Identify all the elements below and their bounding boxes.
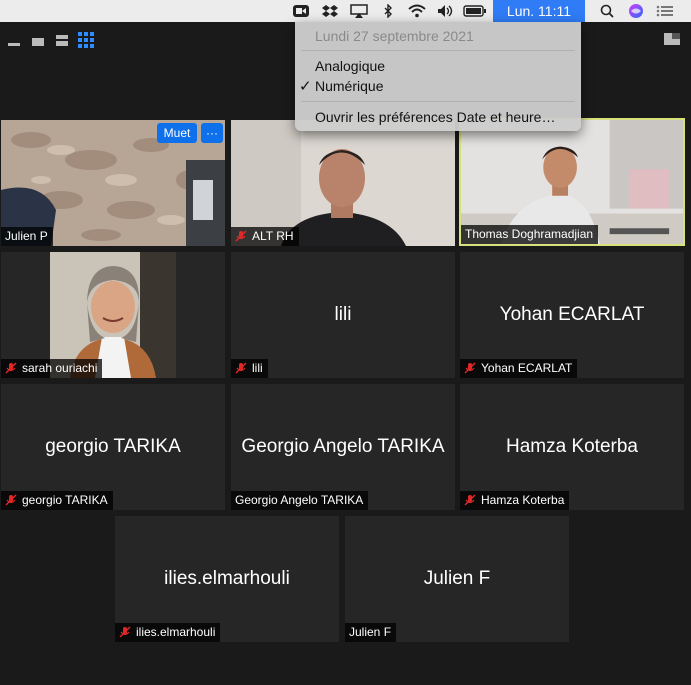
search-icon[interactable] — [595, 0, 619, 22]
participant-name-label: Georgio Angelo TARIKA — [231, 491, 369, 510]
menu-separator — [301, 50, 575, 51]
participant-name-label: Yohan ECARLAT — [460, 359, 578, 378]
siri-icon[interactable] — [624, 0, 648, 22]
menu-item-analog[interactable]: Analogique — [315, 58, 385, 74]
video-tile-georgio-angelo-tarika[interactable]: Georgio Angelo TARIKA Georgio Angelo TAR… — [231, 384, 455, 510]
participant-name: Hamza Koterba — [481, 493, 565, 507]
menu-date-header: Lundi 27 septembre 2021 — [315, 28, 474, 44]
mic-muted-icon — [235, 362, 247, 374]
participant-name-label: Julien F — [345, 623, 397, 642]
speaker-view-icon[interactable] — [30, 32, 46, 48]
participant-name-label: Julien P — [1, 227, 53, 246]
mic-muted-icon — [464, 494, 476, 506]
participant-name-label: lili — [231, 359, 268, 378]
checkmark-icon: ✓ — [299, 78, 312, 95]
mac-menu-bar: Lun. 11:11 — [0, 0, 691, 22]
participant-name-label: Hamza Koterba — [460, 491, 570, 510]
participant-name-label: Thomas Doghramadjian — [461, 225, 599, 244]
participant-name: Yohan ECARLAT — [481, 361, 573, 375]
mute-participant-button[interactable]: Muet — [157, 123, 197, 143]
gallery-view-icon[interactable] — [78, 32, 94, 48]
video-tile-georgio-tarika[interactable]: georgio TARIKA georgio TARIKA — [1, 384, 225, 510]
participant-name-label: sarah ouriachi — [1, 359, 103, 378]
participant-name: Julien P — [5, 229, 48, 243]
participant-name-label: ilies.elmarhouli — [115, 623, 221, 642]
menu-separator — [301, 101, 575, 102]
notification-list-icon[interactable] — [653, 0, 677, 22]
zoom-icon[interactable] — [289, 0, 313, 22]
mic-muted-icon — [5, 362, 17, 374]
menu-item-digital[interactable]: Numérique — [315, 78, 383, 94]
mic-muted-icon — [464, 362, 476, 374]
video-tile-yohan-ecarlat[interactable]: Yohan ECARLAT Yohan ECARLAT — [460, 252, 684, 378]
participant-name: Julien F — [349, 625, 392, 639]
mic-muted-icon — [119, 626, 131, 638]
participant-name-label: georgio TARIKA — [1, 491, 113, 510]
video-tile-thomas-doghramadjian[interactable]: Thomas Doghramadjian — [459, 118, 685, 246]
video-tile-alt-rh[interactable]: ALT RH — [231, 120, 455, 246]
wifi-icon[interactable] — [405, 0, 429, 22]
dropbox-icon[interactable] — [318, 0, 342, 22]
video-tile-lili[interactable]: lili lili — [231, 252, 455, 378]
bluetooth-icon[interactable] — [376, 0, 400, 22]
menu-bar-clock[interactable]: Lun. 11:11 — [492, 0, 585, 22]
mic-muted-icon — [5, 494, 17, 506]
video-tile-julien-f[interactable]: Julien F Julien F — [345, 516, 569, 642]
participant-name: Thomas Doghramadjian — [465, 227, 594, 241]
participant-name: ALT RH — [252, 229, 294, 243]
participant-name: lili — [252, 361, 263, 375]
clock-dropdown-menu: Lundi 27 septembre 2021 Analogique ✓ Num… — [295, 22, 581, 131]
strip-view-icon[interactable] — [54, 32, 70, 48]
battery-icon[interactable] — [463, 0, 487, 22]
video-tile-sarah-ouriachi[interactable]: sarah ouriachi — [1, 252, 225, 378]
video-tile-julien-p[interactable]: Muet ··· Julien P — [1, 120, 225, 246]
menu-item-open-date-time-preferences[interactable]: Ouvrir les préférences Date et heure… — [315, 109, 555, 125]
video-tile-ilies-elmarhouli[interactable]: ilies.elmarhouli ilies.elmarhouli — [115, 516, 339, 642]
exit-fullscreen-icon[interactable] — [664, 31, 680, 47]
airplay-icon[interactable] — [347, 0, 371, 22]
participant-name: Georgio Angelo TARIKA — [235, 493, 364, 507]
minimize-view-icon[interactable] — [6, 32, 22, 48]
video-tile-hamza-koterba[interactable]: Hamza Koterba Hamza Koterba — [460, 384, 684, 510]
volume-icon[interactable] — [434, 0, 458, 22]
participant-name-label: ALT RH — [231, 227, 299, 246]
participant-name: georgio TARIKA — [22, 493, 108, 507]
participant-name: ilies.elmarhouli — [136, 625, 216, 639]
participant-name: sarah ouriachi — [22, 361, 98, 375]
more-options-button[interactable]: ··· — [201, 123, 223, 143]
mic-muted-icon — [235, 230, 247, 242]
